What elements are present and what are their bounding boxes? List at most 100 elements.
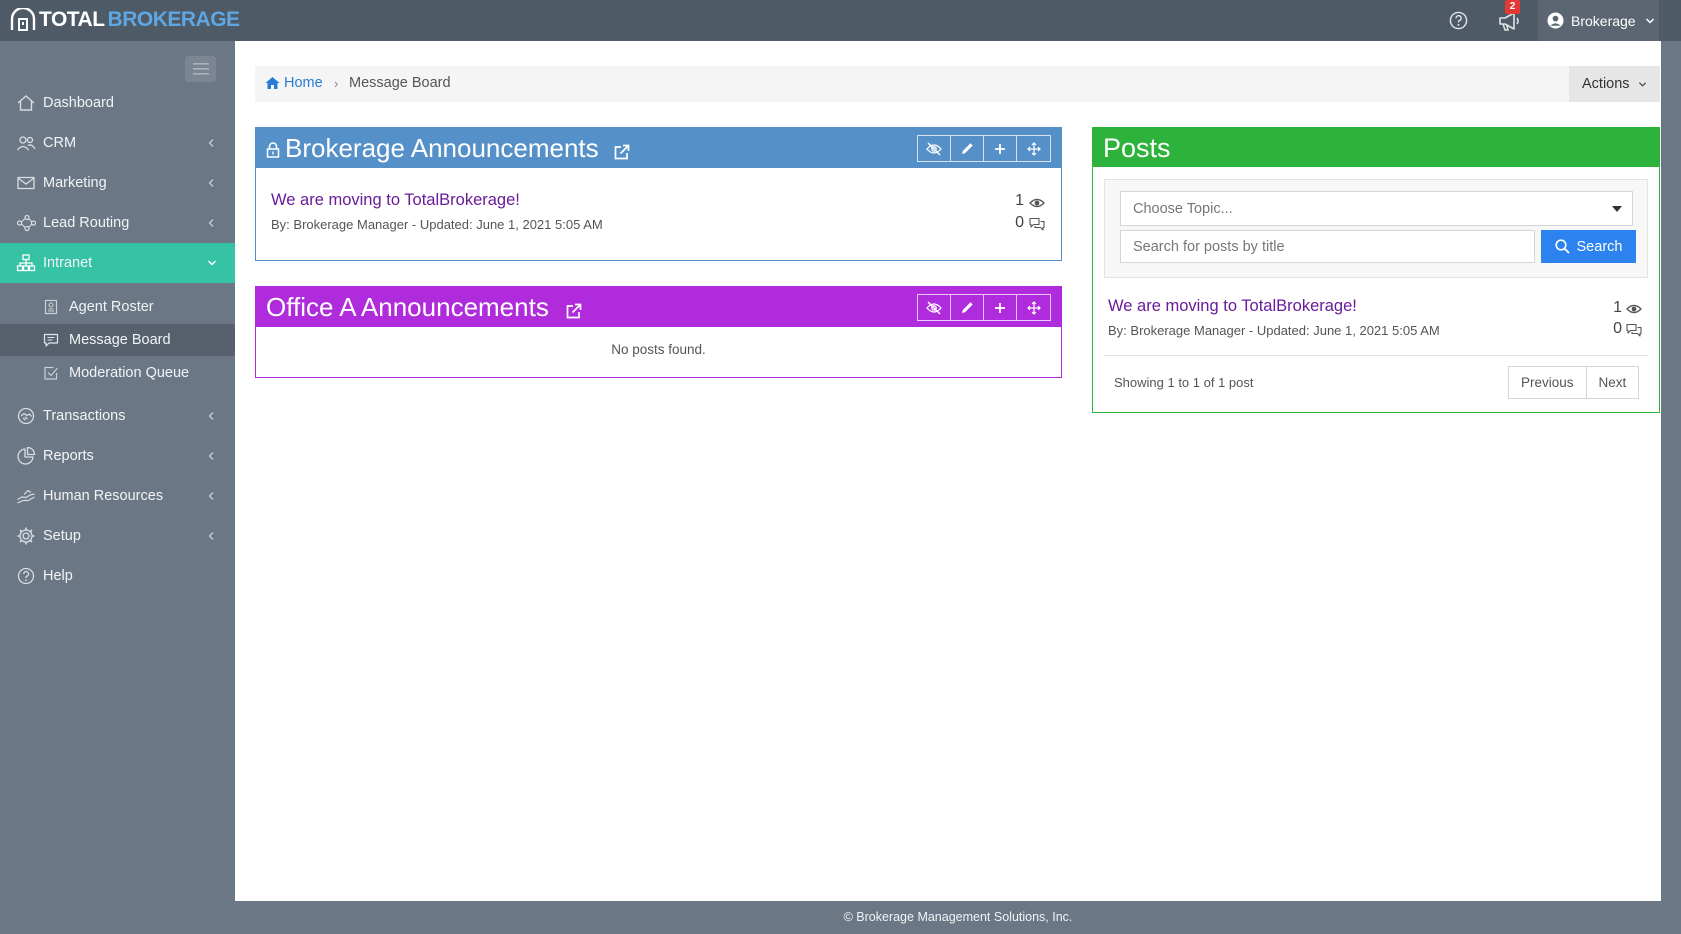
post-title-link[interactable]: We are moving to TotalBrokerage! — [1108, 297, 1357, 316]
comments-icon — [1626, 323, 1642, 337]
breadcrumb-home-link[interactable]: Home — [284, 75, 323, 91]
sidebar-subitem-label: Moderation Queue — [69, 365, 190, 381]
sidebar-subitem-label: Agent Roster — [69, 299, 154, 315]
chevron-down-icon — [208, 260, 216, 266]
notification-badge: 2 — [1505, 0, 1520, 14]
home-icon — [17, 95, 35, 111]
sidebar-item-dashboard[interactable]: Dashboard — [0, 83, 235, 123]
sidebar-item-help[interactable]: Help — [0, 556, 235, 596]
top-bar: TOTAL BROKERAGE 2 Brokerage — [0, 0, 1681, 41]
chevron-left-icon — [208, 179, 214, 187]
logo-house-icon — [10, 8, 36, 31]
sidebar-item-label: CRM — [43, 135, 77, 151]
sidebar-item-label: Dashboard — [43, 95, 114, 111]
move-board-button[interactable] — [1017, 136, 1050, 161]
edit-board-button[interactable] — [951, 295, 984, 320]
sitemap-icon — [16, 254, 36, 272]
brand-part-1: TOTAL — [39, 8, 105, 31]
posts-panel-title: Posts — [1103, 133, 1171, 163]
pagination: Previous Next — [1508, 366, 1640, 399]
caret-down-icon — [1612, 206, 1622, 212]
breadcrumb-separator: › — [334, 76, 339, 91]
move-arrows-icon — [1026, 300, 1041, 315]
chevron-left-icon — [208, 139, 214, 147]
sidebar-item-human-resources[interactable]: Human Resources — [0, 476, 235, 516]
sidebar-toggle-button[interactable] — [185, 56, 216, 82]
post-comment-count: 0 — [1015, 214, 1024, 231]
sidebar-item-label: Intranet — [43, 255, 93, 271]
board-title: Brokerage Announcements — [285, 133, 599, 163]
sidebar: Dashboard CRM Marketing Lead Routing Int… — [0, 41, 235, 934]
sidebar-item-crm[interactable]: CRM — [0, 123, 235, 163]
post-title-link[interactable]: We are moving to TotalBrokerage! — [271, 191, 520, 210]
sidebar-item-lead-routing[interactable]: Lead Routing — [0, 203, 235, 243]
actions-label: Actions — [1582, 76, 1630, 92]
topic-select-value: Choose Topic... — [1133, 200, 1233, 217]
sidebar-item-label: Help — [43, 568, 73, 584]
plus-icon — [995, 302, 1005, 313]
brand-logo[interactable]: TOTAL BROKERAGE — [9, 8, 240, 32]
sidebar-item-intranet[interactable]: Intranet — [0, 243, 235, 283]
chevron-down-icon — [1645, 17, 1654, 24]
footer: © Brokerage Management Solutions, Inc. — [235, 901, 1681, 934]
home-icon[interactable] — [265, 76, 280, 90]
share-nodes-icon — [16, 214, 36, 232]
empty-state-text: No posts found. — [611, 342, 706, 357]
search-button[interactable]: Search — [1541, 230, 1636, 263]
actions-dropdown-button[interactable]: Actions — [1569, 66, 1660, 102]
user-menu-label: Brokerage — [1571, 12, 1636, 29]
external-link-icon[interactable] — [614, 144, 630, 160]
envelope-icon — [17, 176, 35, 190]
hide-board-button[interactable] — [918, 136, 951, 161]
brand-part-2: BROKERAGE — [107, 8, 241, 31]
gear-icon — [17, 527, 35, 545]
breadcrumb: Home › Message Board — [255, 66, 1660, 102]
sidebar-subitem-moderation-queue[interactable]: Moderation Queue — [0, 357, 235, 389]
posts-panel-header: Posts — [1093, 128, 1659, 167]
sidebar-item-label: Human Resources — [43, 488, 164, 504]
post-view-count: 1 — [1613, 299, 1622, 316]
hide-board-button[interactable] — [918, 295, 951, 320]
sidebar-subitem-message-board[interactable]: Message Board — [0, 324, 235, 356]
sidebar-item-reports[interactable]: Reports — [0, 436, 235, 476]
edit-board-button[interactable] — [951, 136, 984, 161]
id-card-icon — [44, 299, 58, 315]
help-circle-icon[interactable] — [1449, 11, 1468, 30]
posts-panel: Posts Choose Topic... Search We are movi… — [1092, 127, 1660, 413]
content-right-gutter — [1661, 41, 1681, 901]
add-post-button[interactable] — [984, 295, 1017, 320]
sidebar-item-marketing[interactable]: Marketing — [0, 163, 235, 203]
topic-select[interactable]: Choose Topic... — [1120, 191, 1633, 226]
comment-icon — [43, 333, 59, 347]
post-meta: By: Brokerage Manager - Updated: June 1,… — [271, 217, 603, 232]
check-square-icon — [44, 366, 58, 380]
next-page-button[interactable]: Next — [1587, 367, 1639, 398]
pagination-summary: Showing 1 to 1 of 1 post — [1114, 375, 1254, 390]
move-board-button[interactable] — [1017, 295, 1050, 320]
chevron-left-icon — [208, 452, 214, 460]
sidebar-item-setup[interactable]: Setup — [0, 516, 235, 556]
search-posts-input[interactable] — [1120, 230, 1535, 263]
eye-slash-icon — [926, 142, 942, 155]
post-meta: By: Brokerage Manager - Updated: June 1,… — [1108, 323, 1440, 338]
sidebar-item-transactions[interactable]: Transactions — [0, 396, 235, 436]
board-toolbar — [917, 294, 1051, 321]
user-menu[interactable]: Brokerage — [1538, 0, 1659, 41]
add-post-button[interactable] — [984, 136, 1017, 161]
pie-chart-icon — [17, 446, 36, 465]
board-header: Brokerage Announcements — [256, 128, 1061, 168]
external-link-icon[interactable] — [566, 303, 582, 319]
question-icon — [17, 567, 35, 585]
previous-page-button[interactable]: Previous — [1509, 367, 1587, 398]
chevron-down-icon — [1638, 81, 1646, 87]
chevron-left-icon — [208, 412, 214, 420]
board-header: Office A Announcements — [256, 287, 1061, 327]
sidebar-item-label: Lead Routing — [43, 215, 130, 231]
hand-icon — [17, 489, 35, 504]
comments-icon — [1029, 217, 1045, 231]
sidebar-subitem-agent-roster[interactable]: Agent Roster — [0, 291, 235, 323]
posts-filter-box: Choose Topic... Search — [1104, 179, 1648, 278]
divider — [1104, 355, 1648, 356]
users-icon — [16, 136, 36, 151]
pencil-icon — [961, 143, 973, 154]
